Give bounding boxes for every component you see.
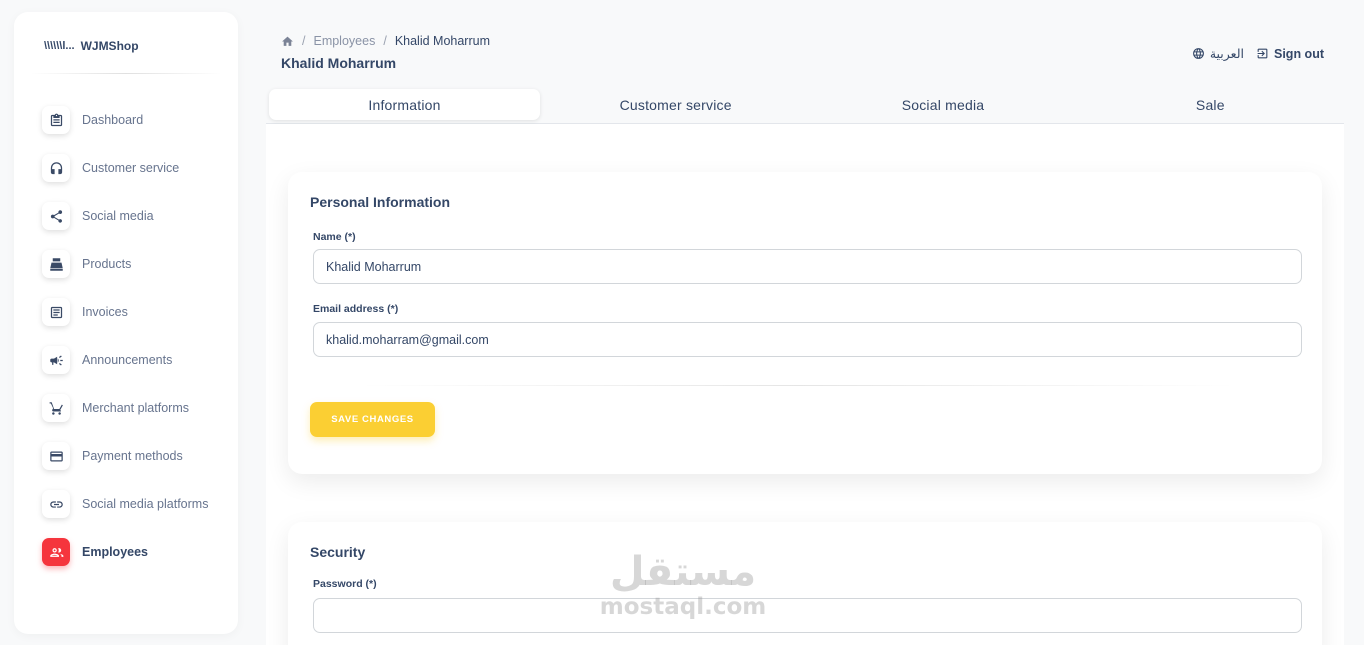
save-changes-button[interactable]: SAVE CHANGES xyxy=(310,402,435,437)
home-icon[interactable] xyxy=(281,35,294,48)
language-label: العربية xyxy=(1209,47,1244,61)
breadcrumb-separator: / xyxy=(302,34,306,48)
tab-bar: Information Customer service Social medi… xyxy=(266,86,1344,124)
sidebar-nav: Dashboard Customer service Social media … xyxy=(42,96,232,576)
sidebar: \\\\\\l... WJMShop Dashboard Customer se… xyxy=(14,12,238,634)
language-switch[interactable]: العربية xyxy=(1192,46,1244,61)
password-label: Password (*) xyxy=(313,578,377,590)
globe-icon xyxy=(1192,47,1205,60)
top-actions: العربية Sign out xyxy=(1192,46,1324,61)
sidebar-item-products[interactable]: Products xyxy=(42,240,232,288)
sidebar-item-label: Announcements xyxy=(82,353,173,367)
cash-register-icon xyxy=(42,250,70,278)
sign-out-button[interactable]: Sign out xyxy=(1256,47,1324,61)
tab-social-media[interactable]: Social media xyxy=(809,86,1076,123)
clipboard-icon xyxy=(42,106,70,134)
credit-card-icon xyxy=(42,442,70,470)
breadcrumb-current: Khalid Moharrum xyxy=(394,34,490,48)
sign-out-label: Sign out xyxy=(1274,46,1324,61)
email-label: Email address (*) xyxy=(313,303,399,315)
sidebar-item-label: Invoices xyxy=(82,305,128,319)
breadcrumb-separator: / xyxy=(383,34,387,48)
sidebar-item-label: Employees xyxy=(82,545,149,559)
sidebar-item-label: Social media platforms xyxy=(82,497,209,511)
app-page: \\\\\\l... WJMShop Dashboard Customer se… xyxy=(0,0,1364,645)
sidebar-item-label: Dashboard xyxy=(82,113,144,127)
sidebar-item-dashboard[interactable]: Dashboard xyxy=(42,96,232,144)
cart-icon xyxy=(42,394,70,422)
link-icon xyxy=(42,490,70,518)
tab-sale[interactable]: Sale xyxy=(1077,86,1344,123)
invoice-icon xyxy=(42,298,70,326)
logout-icon xyxy=(1256,47,1269,60)
email-field[interactable] xyxy=(313,322,1302,357)
share-icon xyxy=(42,202,70,230)
headset-icon xyxy=(42,154,70,182)
sidebar-item-social-media-platforms[interactable]: Social media platforms xyxy=(42,480,232,528)
name-label: Name (*) xyxy=(313,231,356,243)
megaphone-icon xyxy=(42,346,70,374)
sidebar-item-label: Payment methods xyxy=(82,449,183,463)
sidebar-item-label: Social media xyxy=(82,209,154,223)
breadcrumb-employees[interactable]: Employees xyxy=(313,34,375,48)
sidebar-item-label: Customer service xyxy=(82,161,180,175)
sidebar-item-label: Merchant platforms xyxy=(82,401,189,415)
personal-information-title: Personal Information xyxy=(310,194,451,210)
security-title: Security xyxy=(310,544,366,560)
name-field[interactable] xyxy=(313,249,1302,284)
brand[interactable]: \\\\\\l... WJMShop xyxy=(44,36,139,56)
password-field[interactable] xyxy=(313,598,1302,633)
form-divider xyxy=(358,385,1238,386)
sidebar-item-social-media[interactable]: Social media xyxy=(42,192,232,240)
sidebar-item-invoices[interactable]: Invoices xyxy=(42,288,232,336)
sidebar-item-payment-methods[interactable]: Payment methods xyxy=(42,432,232,480)
page-title: Khalid Moharrum xyxy=(281,55,397,71)
brand-logo: \\\\\\l... xyxy=(44,40,75,52)
tab-content: Personal Information Name (*) Email addr… xyxy=(266,124,1344,645)
tab-customer-service[interactable]: Customer service xyxy=(542,86,809,123)
personal-information-card: Personal Information Name (*) Email addr… xyxy=(288,172,1322,474)
breadcrumb: / Employees / Khalid Moharrum xyxy=(281,34,490,48)
sidebar-item-customer-service[interactable]: Customer service xyxy=(42,144,232,192)
tab-information[interactable]: Information xyxy=(269,89,540,120)
brand-name: WJMShop xyxy=(80,39,139,53)
sidebar-item-merchant-platforms[interactable]: Merchant platforms xyxy=(42,384,232,432)
sidebar-item-label: Products xyxy=(82,257,132,271)
sidebar-divider xyxy=(30,73,222,74)
sidebar-item-announcements[interactable]: Announcements xyxy=(42,336,232,384)
sidebar-item-employees[interactable]: Employees xyxy=(42,528,232,576)
security-card: Security Password (*) xyxy=(288,522,1322,645)
people-icon xyxy=(42,538,70,566)
